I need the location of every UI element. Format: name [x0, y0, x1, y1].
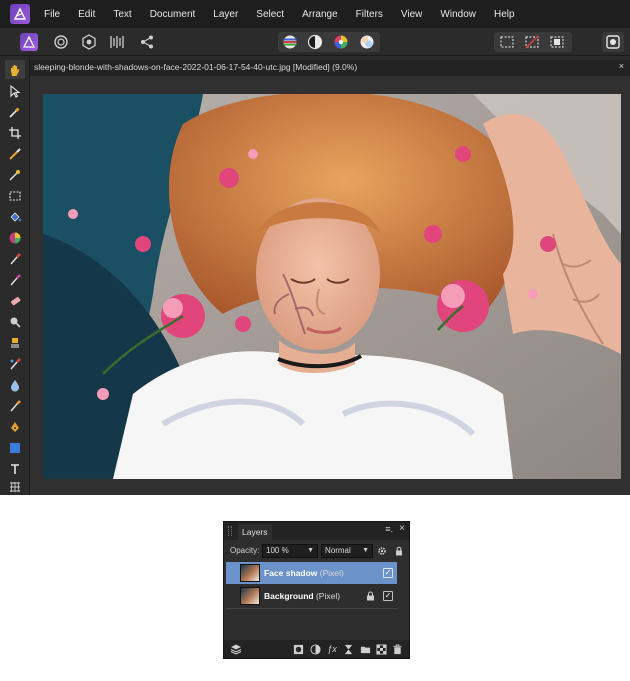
move-tool-icon[interactable] — [5, 81, 25, 100]
opacity-field[interactable]: 100 % ▼ — [262, 544, 318, 558]
layer-thumbnail — [240, 587, 260, 605]
liquify-persona-icon[interactable] — [52, 33, 70, 51]
group-folder-icon[interactable] — [359, 643, 371, 655]
layers-panel-header: Layers ≡. × — [224, 522, 409, 540]
lock-icon[interactable] — [394, 546, 404, 556]
menu-text[interactable]: Text — [113, 9, 131, 20]
layer-thumbnail — [240, 564, 260, 582]
layer-name: Face shadow (Pixel) — [264, 568, 344, 578]
layer-name: Background (Pixel) — [264, 591, 341, 601]
layer-visibility-checkbox[interactable]: ✓ — [383, 591, 393, 601]
menu-arrange[interactable]: Arrange — [302, 9, 338, 20]
opacity-row: Opacity: 100 % ▼ Normal ▼ — [224, 542, 409, 560]
blur-brush-tool-icon[interactable] — [5, 375, 25, 394]
chevron-down-icon: ▼ — [362, 547, 369, 554]
layer-visibility-checkbox[interactable]: ✓ — [383, 568, 393, 578]
photo-persona-icon[interactable] — [20, 33, 38, 51]
context-toolbar — [0, 28, 630, 56]
flood-fill-tool-icon[interactable] — [5, 207, 25, 226]
trash-icon[interactable] — [391, 643, 403, 655]
add-mask-icon[interactable] — [292, 643, 304, 655]
menu-document[interactable]: Document — [150, 9, 196, 20]
color-replacement-tool-icon[interactable] — [5, 270, 25, 289]
menu-bar: File Edit Text Document Layer Select Arr… — [0, 0, 630, 28]
erase-brush-tool-icon[interactable] — [5, 291, 25, 310]
layers-bottom-toolbar: ƒx — [224, 640, 409, 658]
hourglass-icon[interactable] — [342, 643, 354, 655]
affinity-photo-logo-icon[interactable] — [10, 4, 30, 24]
gradient-tool-icon[interactable] — [5, 228, 25, 247]
menu-help[interactable]: Help — [494, 9, 515, 20]
marquee-tool-icon[interactable] — [5, 186, 25, 205]
opacity-label: Opacity: — [230, 546, 260, 555]
gear-icon[interactable] — [377, 546, 387, 556]
document-title: sleeping-blonde-with-shadows-on-face-202… — [34, 62, 358, 72]
menu-view[interactable]: View — [401, 9, 423, 20]
assistant-icon[interactable] — [604, 33, 622, 51]
view-tool-hand-icon[interactable] — [5, 60, 25, 79]
menu-layer[interactable]: Layer — [213, 9, 238, 20]
deselect-icon[interactable] — [523, 33, 541, 51]
smudge-brush-tool-icon[interactable] — [5, 396, 25, 415]
affinity-photo-window: File Edit Text Document Layer Select Arr… — [0, 0, 630, 495]
text-tool-icon[interactable] — [5, 459, 25, 478]
color-picker-tool-icon[interactable] — [5, 102, 25, 121]
marquee-selection-icon[interactable] — [498, 33, 516, 51]
rectangle-tool-icon[interactable] — [5, 438, 25, 457]
menu-window[interactable]: Window — [440, 9, 476, 20]
invert-selection-icon[interactable] — [548, 33, 566, 51]
panel-close-icon[interactable]: × — [399, 523, 405, 534]
lock-icon[interactable] — [366, 591, 375, 601]
opacity-value: 100 % — [266, 546, 289, 555]
clone-brush-tool-icon[interactable] — [5, 333, 25, 352]
layer-row-face-shadow[interactable]: Face shadow (Pixel) ✓ — [226, 562, 397, 584]
menu-select[interactable]: Select — [256, 9, 284, 20]
tab-layers[interactable]: Layers — [238, 524, 272, 540]
tone-mapping-persona-icon[interactable] — [108, 33, 126, 51]
healing-brush-tool-icon[interactable] — [5, 354, 25, 373]
blend-mode-select[interactable]: Normal ▼ — [321, 544, 373, 558]
document-close-icon[interactable]: × — [619, 61, 624, 71]
panel-grip-icon[interactable] — [228, 526, 232, 536]
add-pixel-layer-icon[interactable] — [375, 643, 387, 655]
panel-menu-icon[interactable]: ≡. — [385, 524, 393, 534]
dodge-tool-icon[interactable] — [5, 312, 25, 331]
live-filter-icon[interactable]: ƒx — [326, 643, 338, 655]
menu-filters[interactable]: Filters — [356, 9, 383, 20]
layers-panel: Layers ≡. × Opacity: 100 % ▼ Normal ▼ Fa… — [223, 521, 410, 659]
mesh-warp-tool-icon[interactable] — [5, 477, 25, 496]
menu-edit[interactable]: Edit — [78, 9, 95, 20]
chevron-down-icon: ▼ — [307, 547, 314, 554]
layers-stack-icon[interactable] — [230, 643, 242, 655]
adjustment-icon[interactable] — [309, 643, 321, 655]
levels-icon[interactable] — [281, 33, 299, 51]
photo-canvas[interactable] — [43, 94, 621, 479]
blend-mode-value: Normal — [325, 546, 351, 555]
paint-brush-tool-icon[interactable] — [5, 249, 25, 268]
layer-row-background[interactable]: Background (Pixel) ✓ — [226, 585, 397, 607]
layer-type: (Pixel) — [315, 591, 341, 601]
flood-select-tool-icon[interactable] — [5, 165, 25, 184]
white-balance-icon[interactable] — [358, 33, 376, 51]
crop-tool-icon[interactable] — [5, 123, 25, 142]
contrast-icon[interactable] — [306, 33, 324, 51]
layer-type: (Pixel) — [319, 568, 344, 578]
canvas-area[interactable] — [30, 76, 630, 495]
export-persona-icon[interactable] — [138, 33, 156, 51]
develop-persona-icon[interactable] — [80, 33, 98, 51]
sleeping-woman-photo — [43, 94, 621, 479]
document-tab[interactable]: sleeping-blonde-with-shadows-on-face-202… — [30, 60, 630, 76]
tools-panel — [0, 56, 30, 495]
menu-file[interactable]: File — [44, 9, 60, 20]
layer-divider — [226, 608, 397, 609]
color-wheel-icon[interactable] — [332, 33, 350, 51]
pen-tool-icon[interactable] — [5, 417, 25, 436]
selection-brush-tool-icon[interactable] — [5, 144, 25, 163]
